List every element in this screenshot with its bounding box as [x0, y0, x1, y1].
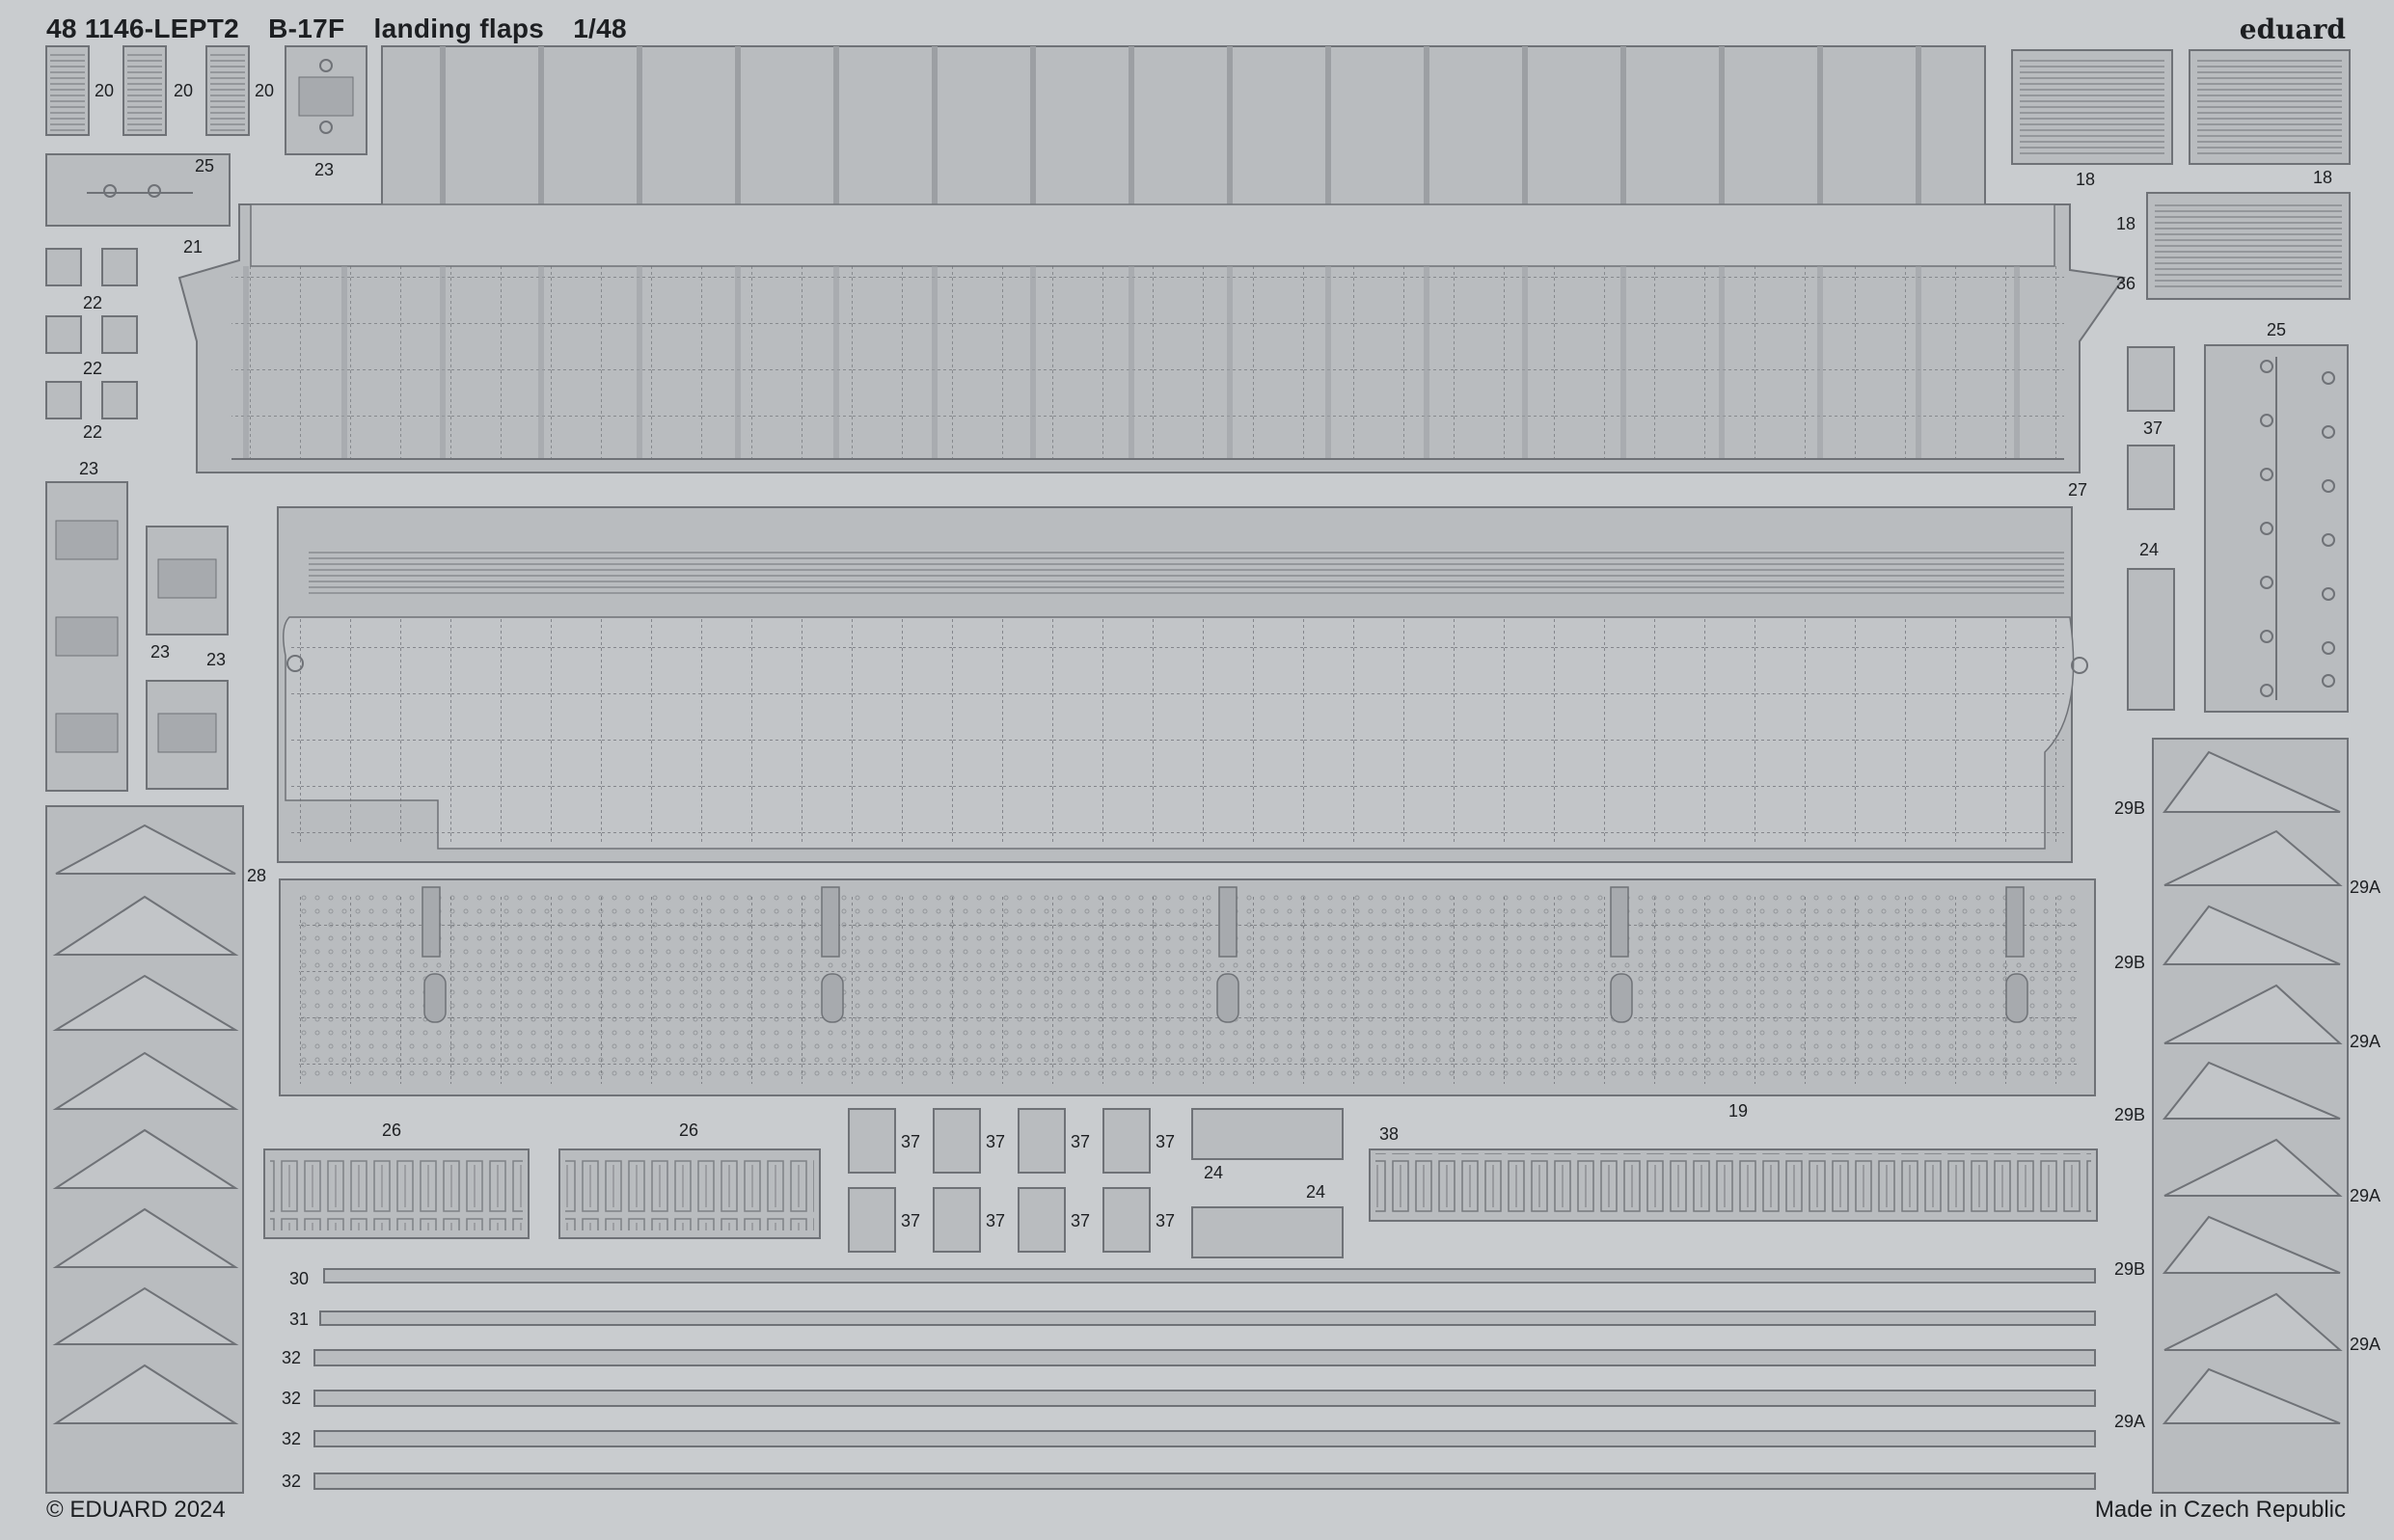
label-29a-1: 29A [2350, 878, 2381, 897]
label-28: 28 [247, 866, 267, 885]
label-37-2: 37 [986, 1132, 1006, 1151]
label-30: 30 [289, 1269, 310, 1288]
photo-etch-fret: 48 1146-LEPT2 B-17F landing flaps 1/48 e… [0, 0, 2394, 1540]
part-27-flap-middle [277, 506, 2088, 863]
label-23-a: 23 [314, 160, 335, 179]
label-23-b: 23 [79, 459, 99, 478]
label-26-b: 26 [679, 1121, 699, 1140]
label-20-b: 20 [174, 81, 194, 100]
label-20-a: 20 [95, 81, 115, 100]
label-37-6: 37 [986, 1211, 1006, 1230]
part-29-strip [2152, 738, 2349, 1494]
part-37-24-right [2127, 346, 2175, 711]
label-37-a: 37 [2143, 419, 2163, 438]
part-20-group [45, 45, 250, 136]
label-32-a: 32 [282, 1348, 302, 1367]
fret-artwork [45, 45, 2351, 1494]
label-37-4: 37 [1156, 1132, 1176, 1151]
label-29a-3: 29A [2350, 1186, 2381, 1205]
label-29a-4: 29A [2350, 1335, 2381, 1354]
label-25-b: 25 [2267, 320, 2287, 339]
part-21-flap-upper [177, 45, 2126, 473]
label-18-c: 18 [2116, 214, 2136, 233]
label-18-a: 18 [2076, 170, 2096, 189]
label-20-c: 20 [255, 81, 275, 100]
label-26-a: 26 [382, 1121, 402, 1140]
part-26-group [263, 1148, 821, 1239]
label-37-1: 37 [901, 1132, 921, 1151]
part-25-right [2204, 344, 2349, 713]
label-29a-5: 29A [2114, 1412, 2146, 1431]
label-24-b: 24 [1204, 1163, 1224, 1182]
label-36: 36 [2116, 274, 2136, 293]
label-31: 31 [289, 1310, 310, 1329]
label-38: 38 [1379, 1124, 1400, 1144]
label-24-c: 24 [1306, 1182, 1326, 1202]
part-19-flap-lower [279, 878, 2096, 1096]
label-37-8: 37 [1156, 1211, 1176, 1230]
label-32-d: 32 [282, 1472, 302, 1491]
label-37-5: 37 [901, 1211, 921, 1230]
label-22-c: 22 [83, 422, 103, 442]
label-37-3: 37 [1071, 1132, 1091, 1151]
label-21: 21 [183, 237, 204, 257]
label-22-b: 22 [83, 359, 103, 378]
label-29a-2: 29A [2350, 1032, 2381, 1051]
label-29b-3: 29B [2114, 1105, 2146, 1124]
part-23-top [285, 45, 367, 155]
label-22-a: 22 [83, 293, 103, 312]
label-32-b: 32 [282, 1389, 302, 1408]
label-18-b: 18 [2313, 168, 2333, 187]
label-19: 19 [1728, 1101, 1749, 1121]
rod-parts [313, 1268, 2096, 1490]
label-29b-1: 29B [2114, 798, 2146, 818]
label-29b-4: 29B [2114, 1259, 2146, 1279]
label-25-a: 25 [195, 156, 215, 176]
part-23-column [45, 481, 229, 792]
label-23-c: 23 [150, 642, 171, 662]
label-27: 27 [2068, 480, 2088, 500]
label-24-a: 24 [2139, 540, 2160, 559]
label-29b-2: 29B [2114, 953, 2146, 972]
part-28-strip [45, 805, 244, 1494]
label-37-7: 37 [1071, 1211, 1091, 1230]
part-22-group [45, 248, 138, 419]
label-32-c: 32 [282, 1429, 302, 1448]
part-38-strip [1369, 1148, 2098, 1222]
label-23-d: 23 [206, 650, 227, 669]
